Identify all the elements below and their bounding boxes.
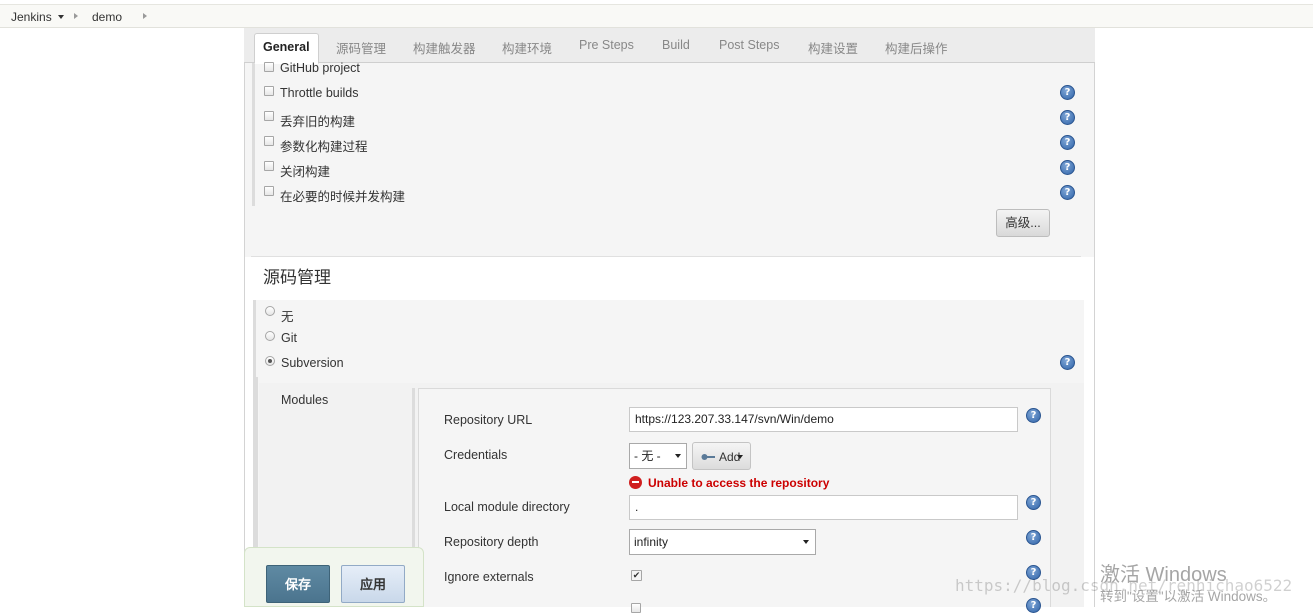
key-icon: [701, 454, 715, 460]
apply-button[interactable]: 应用: [341, 565, 405, 603]
option-label: 丢弃旧的构建: [280, 115, 356, 129]
credentials-label: Credentials: [444, 448, 508, 462]
option-label: Git: [281, 331, 297, 345]
section-left-border: [252, 63, 255, 206]
help-icon[interactable]: ?: [1060, 85, 1075, 100]
option-label: Throttle builds: [280, 86, 359, 100]
modules-label: Modules: [281, 393, 329, 407]
depth-value: infinity: [634, 535, 669, 549]
dropdown-arrow-icon: [675, 454, 681, 458]
repository-url-input[interactable]: https://123.207.33.147/svn/Win/demo: [629, 407, 1018, 432]
ignore-externals-label: Ignore externals: [444, 570, 534, 584]
windows-activation-title: 激活 Windows: [1100, 564, 1227, 586]
dropdown-arrow-icon: [803, 540, 809, 544]
help-icon[interactable]: ?: [1060, 110, 1075, 125]
checkbox-concurrent-builds[interactable]: [264, 186, 274, 196]
checkbox-next-option[interactable]: [631, 603, 641, 613]
help-icon[interactable]: ?: [1026, 495, 1041, 510]
checkbox-disable-build[interactable]: [264, 161, 274, 171]
breadcrumb-demo[interactable]: demo: [92, 10, 122, 24]
radio-subversion[interactable]: [265, 356, 275, 366]
section-divider: [251, 256, 1081, 257]
help-icon[interactable]: ?: [1060, 160, 1075, 175]
ignore-externals-checkbox[interactable]: ✔: [631, 570, 642, 581]
breadcrumb-jenkins[interactable]: Jenkins: [11, 10, 52, 24]
local-dir-label: Local module directory: [444, 500, 570, 514]
windows-activation-hint: 转到"设置"以激活 Windows。: [1100, 589, 1277, 604]
checkbox-parameterized[interactable]: [264, 136, 274, 146]
help-icon[interactable]: ?: [1026, 530, 1041, 545]
tab-general[interactable]: General: [254, 33, 319, 64]
checkbox-discard-old-builds[interactable]: [264, 111, 274, 121]
help-icon[interactable]: ?: [1026, 598, 1041, 613]
chevron-right-icon: [74, 13, 78, 19]
help-icon[interactable]: ?: [1060, 355, 1075, 370]
local-dir-input[interactable]: .: [629, 495, 1018, 520]
error-message: Unable to access the repository: [648, 476, 830, 490]
depth-label: Repository depth: [444, 535, 539, 549]
tab-post-build[interactable]: 构建后操作: [885, 38, 948, 57]
help-icon[interactable]: ?: [1060, 185, 1075, 200]
error-icon: [629, 476, 642, 489]
tab-bar: General 源码管理 构建触发器 构建环境 Pre Steps Build …: [244, 28, 1095, 64]
general-section: [245, 63, 1094, 257]
checkbox-throttle-builds[interactable]: [264, 86, 274, 96]
option-label: 关闭构建: [280, 165, 331, 179]
radio-git[interactable]: [265, 331, 275, 341]
tab-scm[interactable]: 源码管理: [336, 38, 386, 57]
radio-none[interactable]: [265, 306, 275, 316]
depth-select[interactable]: infinity: [629, 529, 816, 555]
tab-pre-steps[interactable]: Pre Steps: [579, 38, 634, 52]
help-icon[interactable]: ?: [1026, 408, 1041, 423]
tab-post-steps[interactable]: Post Steps: [719, 38, 779, 52]
help-icon[interactable]: ?: [1060, 135, 1075, 150]
checkbox-github-project[interactable]: [264, 62, 274, 72]
option-label: 在必要的时候并发构建: [280, 190, 406, 204]
save-button[interactable]: 保存: [266, 565, 330, 603]
repository-url-label: Repository URL: [444, 413, 533, 427]
tab-triggers[interactable]: 构建触发器: [413, 38, 476, 57]
option-label: 参数化构建过程: [280, 140, 368, 154]
tab-build[interactable]: Build: [662, 38, 690, 52]
add-credentials-button[interactable]: Add: [692, 442, 751, 470]
option-label: Subversion: [281, 356, 344, 370]
chevron-right-icon: [143, 13, 147, 19]
option-label: 无: [281, 310, 294, 324]
dropdown-arrow-icon: [737, 455, 743, 459]
advanced-button[interactable]: 高级...: [996, 209, 1050, 237]
breadcrumb: Jenkins demo: [0, 4, 1313, 28]
option-label: GitHub project: [280, 61, 360, 75]
tab-build-settings[interactable]: 构建设置: [808, 38, 858, 57]
chevron-down-icon[interactable]: [58, 15, 64, 19]
tab-build-env[interactable]: 构建环境: [502, 38, 552, 57]
credentials-value: - 无 -: [634, 449, 661, 463]
scm-section-title: 源码管理: [263, 268, 331, 288]
